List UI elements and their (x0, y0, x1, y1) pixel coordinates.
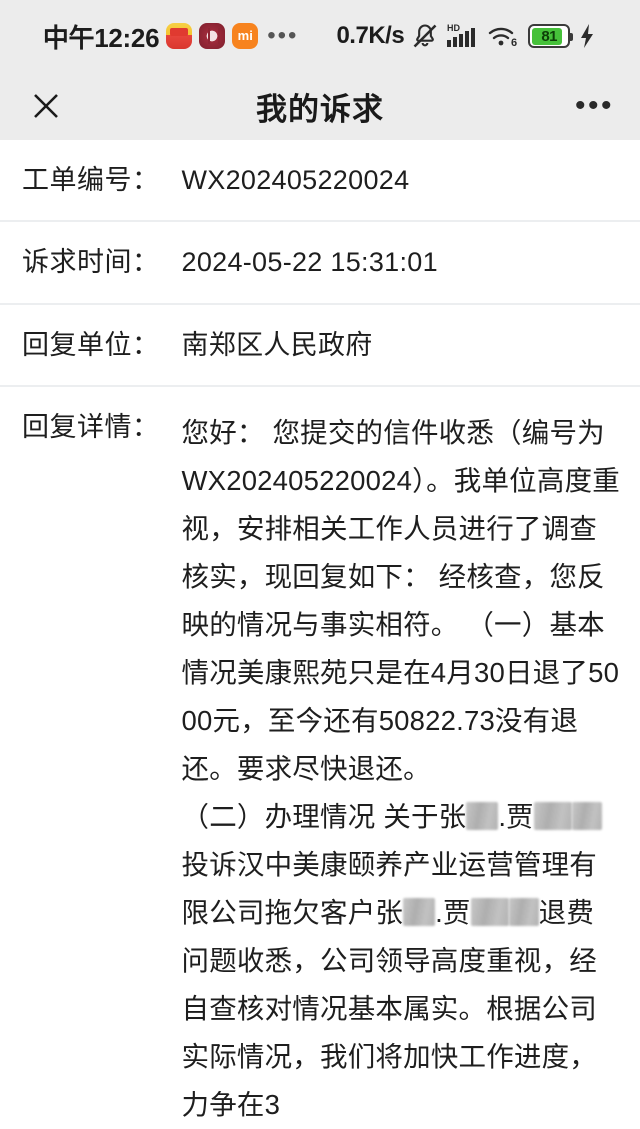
status-bar-right: 0.7K/s HD 6 81 (336, 22, 597, 50)
request-time-label: 诉求时间： (22, 247, 160, 278)
redacted-name-block (571, 802, 602, 831)
svg-text:HD: HD (447, 23, 460, 33)
title-bar: 我的诉求 ••• (0, 72, 640, 140)
reply-detail-part-5: 退费问题收悉，公司领导高度重视，经自查核对情况基本属实。根据公司实际情况，我们将… (181, 897, 597, 1121)
redacted-name-block (508, 898, 539, 927)
mute-bell-icon (413, 24, 437, 48)
battery-level-label: 81 (541, 27, 558, 45)
svg-text:6: 6 (511, 37, 517, 49)
field-row-reply-unit: 回复单位： 南郑区人民政府 (0, 305, 640, 388)
page-title: 我的诉求 (256, 91, 384, 127)
field-row-request-time: 诉求时间： 2024-05-22 15:31:01 (0, 222, 640, 305)
reply-detail-part-4: .贾 (435, 897, 471, 929)
network-speed-label: 0.7K/s (336, 22, 405, 49)
hd-signal-icon: HD (447, 23, 476, 47)
meituan-app-icon (166, 23, 193, 49)
redacted-name-block (533, 802, 572, 831)
order-no-label: 工单编号： (22, 165, 160, 195)
reply-detail-label: 回复详情： (22, 412, 160, 443)
close-button[interactable] (26, 86, 66, 126)
reply-detail-part-1: 您好： 您提交的信件收悉（编号为WX202405220024）。我单位高度重视，… (181, 417, 620, 833)
close-icon (34, 94, 58, 118)
field-row-reply-detail: 回复详情： 您好： 您提交的信件收悉（编号为WX202405220024）。我单… (0, 387, 640, 1129)
field-row-order-no: 工单编号： WX202405220024 (0, 140, 640, 223)
wifi6-icon: 6 (488, 27, 517, 49)
status-time: 中午12:26 (42, 22, 160, 53)
redacted-name-block (470, 898, 509, 927)
reply-detail-part-2: .贾 (498, 801, 534, 833)
more-options-button[interactable]: ••• (575, 91, 614, 121)
status-bar-left: 中午12:26 mi ••• (43, 18, 299, 55)
status-bar: 中午12:26 mi ••• 0.7K/s HD 6 81 (0, 0, 640, 72)
charging-bolt-icon (581, 24, 594, 48)
redacted-name-block (466, 802, 499, 831)
reply-unit-label: 回复单位： (22, 329, 160, 360)
redacted-name-block (403, 898, 436, 927)
mi-app-icon: mi (232, 23, 259, 49)
order-no-value: WX202405220024 (181, 165, 410, 195)
notification-overflow-icon: ••• (267, 22, 299, 49)
reply-detail-body: 您好： 您提交的信件收悉（编号为WX202405220024）。我单位高度重视，… (182, 409, 621, 1129)
complaint-detail-content: 工单编号： WX202405220024 诉求时间： 2024-05-22 15… (0, 140, 640, 1129)
reply-unit-value: 南郑区人民政府 (181, 329, 373, 360)
radio-app-icon (199, 23, 226, 49)
request-time-value: 2024-05-22 15:31:01 (181, 247, 438, 278)
battery-icon: 81 (528, 24, 574, 48)
